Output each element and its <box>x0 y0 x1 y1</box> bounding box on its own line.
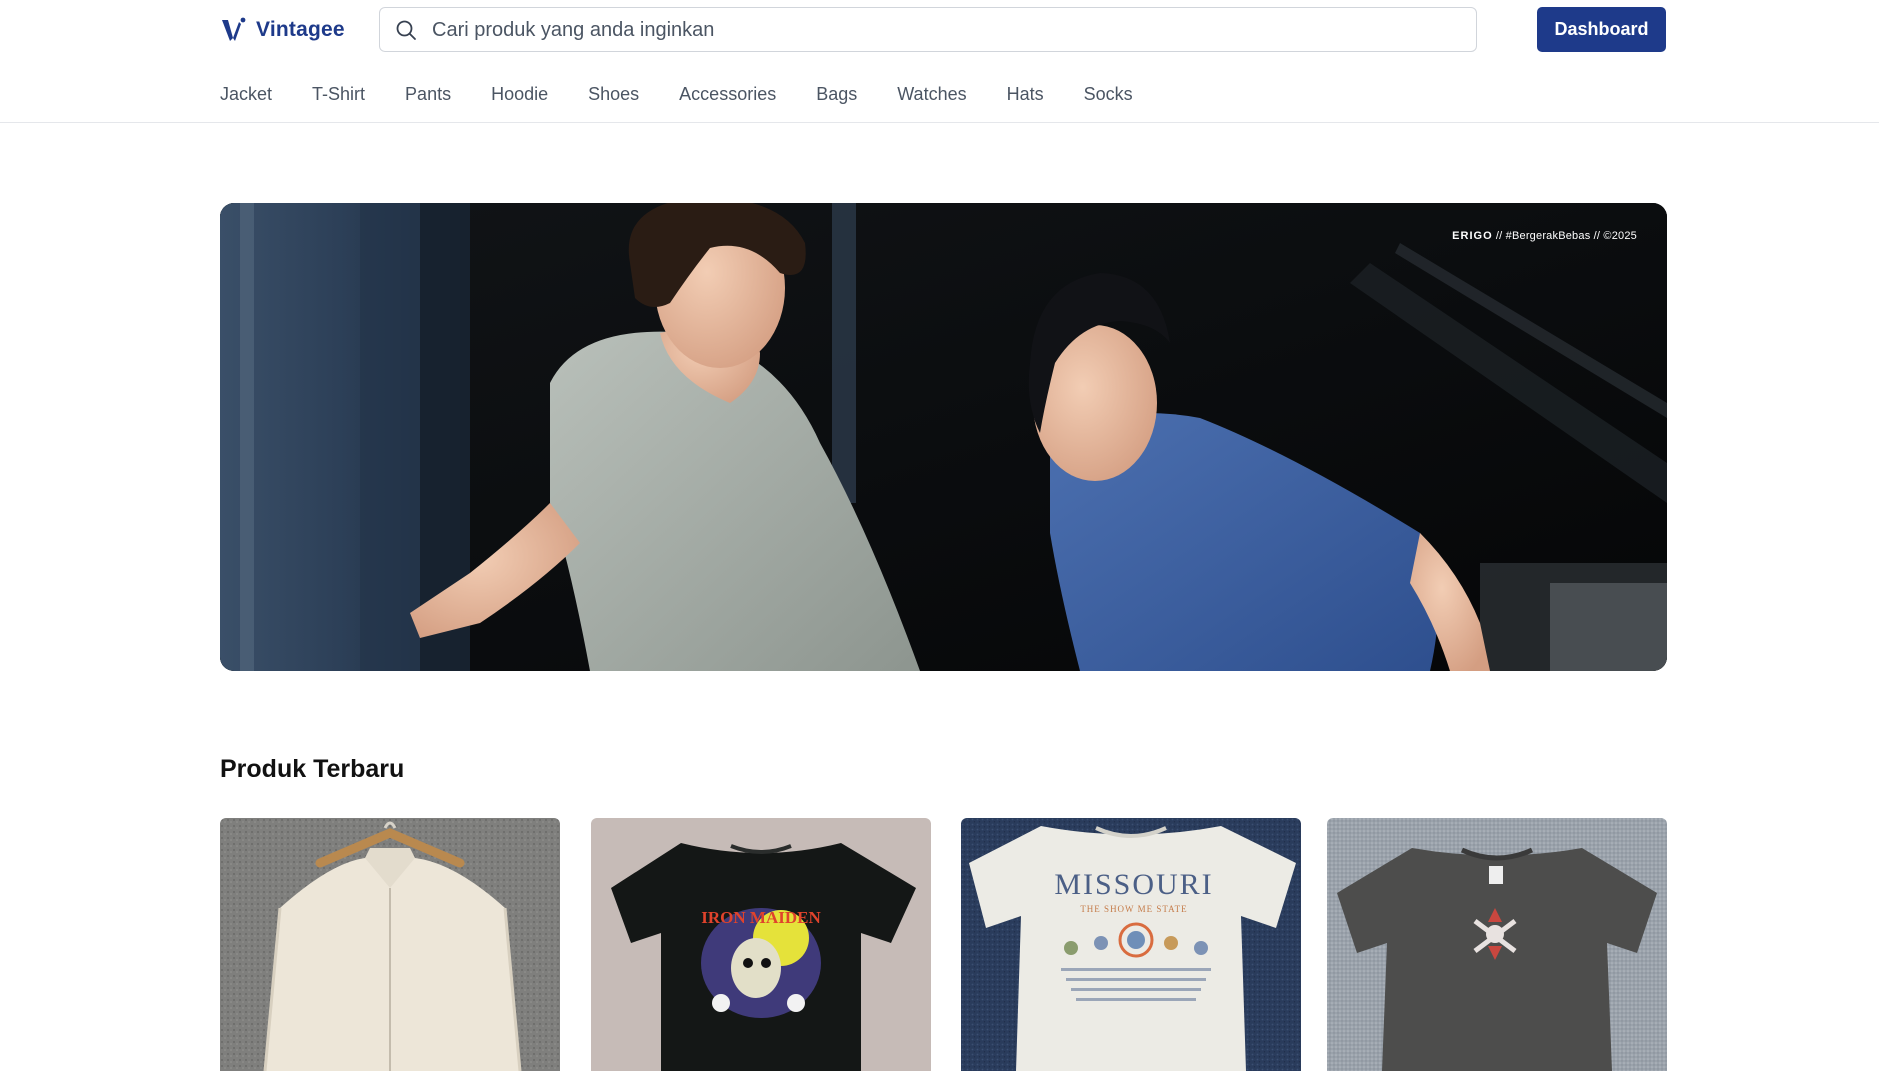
hero-caption-text: // #BergerakBebas // ©2025 <box>1492 230 1637 242</box>
nav-item-pants[interactable]: Pants <box>405 82 451 106</box>
iron-maiden-black-tshirt-photo: IRON MAIDEN <box>591 818 931 1071</box>
grey-skull-tshirt-photo <box>1327 818 1667 1071</box>
product-card[interactable] <box>1327 818 1667 1071</box>
nav-item-socks[interactable]: Socks <box>1084 82 1133 106</box>
product-print-text: MISSOURI <box>1054 868 1213 901</box>
vintagee-logo-icon <box>222 17 246 41</box>
brand-logo[interactable]: Vintagee <box>220 14 345 46</box>
search-bar[interactable] <box>379 7 1477 52</box>
product-print-subtext: THE SHOW ME STATE <box>1080 904 1187 914</box>
nav-item-bags[interactable]: Bags <box>816 82 857 106</box>
missouri-white-tshirt-photo: MISSOURI THE SHOW ME STATE <box>961 818 1301 1071</box>
section-title-latest: Produk Terbaru <box>220 755 405 783</box>
hero-caption: ERIGO // #BergerakBebas // ©2025 <box>1452 230 1637 242</box>
dashboard-button[interactable]: Dashboard <box>1537 7 1666 52</box>
nav-item-hats[interactable]: Hats <box>1007 82 1044 106</box>
category-nav: Jacket T-Shirt Pants Hoodie Shoes Access… <box>220 82 1173 106</box>
nav-item-accessories[interactable]: Accessories <box>679 82 776 106</box>
product-card[interactable]: MISSOURI THE SHOW ME STATE <box>961 818 1301 1071</box>
product-card[interactable]: IRON MAIDEN <box>591 818 931 1071</box>
hero-caption-brand: ERIGO <box>1452 230 1493 242</box>
product-print-text: IRON MAIDEN <box>701 908 821 927</box>
nav-item-jacket[interactable]: Jacket <box>220 82 272 106</box>
hero-banner[interactable]: ERIGO // #BergerakBebas // ©2025 <box>220 203 1667 671</box>
nav-item-shoes[interactable]: Shoes <box>588 82 639 106</box>
product-grid: IRON MAIDEN MISSOURI THE SHOW ME STATE <box>220 818 1667 1071</box>
search-icon <box>396 20 416 40</box>
hero-photo <box>220 203 1667 671</box>
brand-name: Vintagee <box>256 18 345 41</box>
nav-item-hoodie[interactable]: Hoodie <box>491 82 548 106</box>
nav-item-watches[interactable]: Watches <box>897 82 966 106</box>
site-header: Vintagee Dashboard Jacket T-Shirt Pants … <box>0 0 1879 123</box>
cream-zip-jacket-photo <box>220 818 560 1071</box>
nav-item-tshirt[interactable]: T-Shirt <box>312 82 365 106</box>
product-card[interactable] <box>220 818 560 1071</box>
search-input[interactable] <box>430 14 1460 46</box>
